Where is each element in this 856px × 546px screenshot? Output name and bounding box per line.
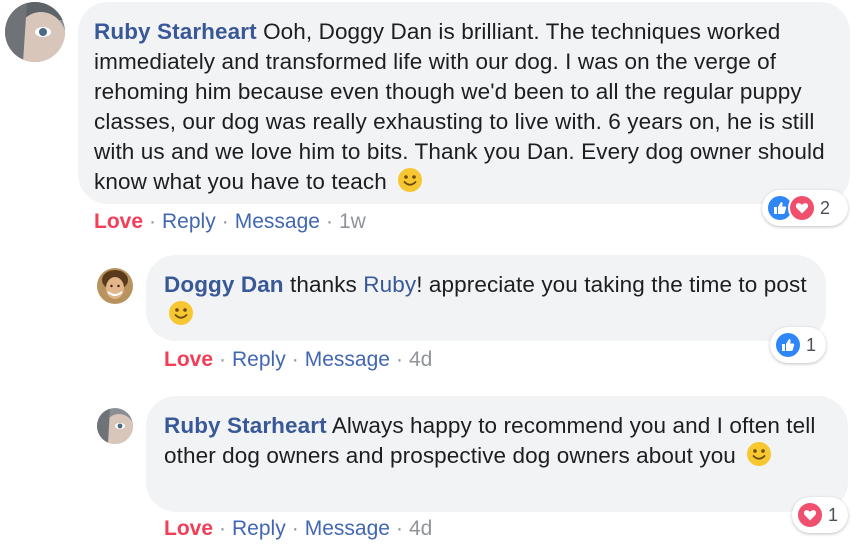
comment-bubble: Ruby Starheart Ooh, Doggy Dan is brillia… [78,2,850,204]
love-icon [796,501,824,529]
reaction-count: 1 [806,334,817,355]
timestamp[interactable]: 1w [339,210,366,233]
comment-author[interactable]: Doggy Dan [164,272,284,297]
comment-author[interactable]: Ruby Starheart [164,413,327,438]
timestamp[interactable]: 4d [409,517,432,540]
love-icon [788,194,816,222]
separator-dot: · [219,517,227,540]
separator-dot: · [291,348,299,371]
separator-dot: · [325,210,333,233]
message-link[interactable]: Message [235,210,320,233]
reaction-count: 2 [820,197,831,218]
separator-dot: · [149,210,157,233]
reaction-summary[interactable]: 1 [792,497,848,533]
comment-bubble: Ruby Starheart Always happy to recommend… [146,396,848,512]
comment-author[interactable]: Ruby Starheart [94,19,257,44]
comment-text-start: thanks [290,272,364,297]
timestamp[interactable]: 4d [409,348,432,371]
love-link[interactable]: Love [164,517,213,540]
separator-dot: · [221,210,229,233]
comment-actions: Love · Reply · Message · 4d [164,516,432,542]
mention-link[interactable]: Ruby [363,272,416,297]
separator-dot: · [219,348,227,371]
comment-ruby-starheart-2: Ruby Starheart Always happy to recommend… [0,392,856,546]
message-link[interactable]: Message [305,348,390,371]
comment-bubble: Doggy Dan thanks Ruby! appreciate you ta… [146,255,826,341]
avatar[interactable] [5,2,65,62]
separator-dot: · [395,517,403,540]
avatar[interactable] [97,268,133,304]
like-icon [774,331,802,359]
reply-link[interactable]: Reply [162,210,216,233]
comment-doggy-dan: Doggy Dan thanks Ruby! appreciate you ta… [0,252,856,382]
love-link[interactable]: Love [164,348,213,371]
comment-text-end: ! appreciate you taking the time to post [416,272,807,297]
avatar[interactable] [97,408,133,444]
separator-dot: · [395,348,403,371]
reaction-summary[interactable]: 2 [762,190,848,226]
reply-link[interactable]: Reply [232,348,286,371]
message-link[interactable]: Message [305,517,390,540]
reaction-count: 1 [828,504,839,525]
slightly-smiling-face-icon [746,441,772,475]
separator-dot: · [291,517,299,540]
slightly-smiling-face-icon [397,167,423,201]
comment-actions: Love · Reply · Message · 4d [164,347,432,373]
comment-actions: Love · Reply · Message · 1w [94,209,366,235]
slightly-smiling-face-icon [168,300,194,334]
comment-ruby-starheart-1: Ruby Starheart Ooh, Doggy Dan is brillia… [0,0,856,240]
reply-link[interactable]: Reply [232,517,286,540]
comment-text: Ooh, Doggy Dan is brilliant. The techniq… [94,19,825,194]
love-link[interactable]: Love [94,210,143,233]
reaction-summary[interactable]: 1 [770,327,826,363]
